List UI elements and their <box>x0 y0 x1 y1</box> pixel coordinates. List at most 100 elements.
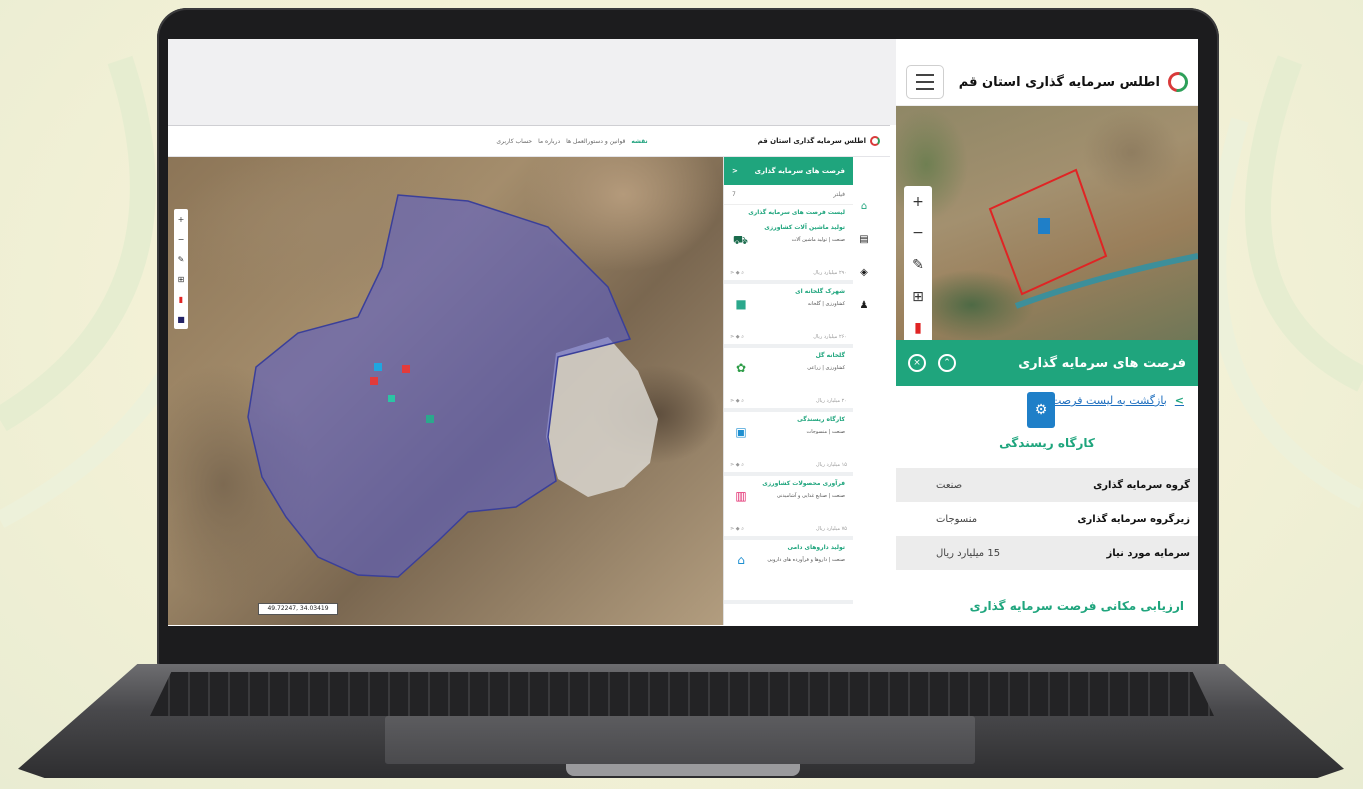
mobile-header: اطلس سرمایه گذاری استان قم <box>896 59 1198 106</box>
nav-item-about[interactable]: درباره ما <box>538 138 560 145</box>
filter-count: 7 <box>732 191 736 198</box>
spinning-workshop-icon: ⚙ <box>1027 392 1055 428</box>
list-item-subtitle: کشاورزی | گلخانه <box>807 301 845 307</box>
draw-pencil-icon[interactable]: ✎ <box>178 255 185 264</box>
desktop-header: اطلس سرمایه گذاری استان قم نقشه قوانین و… <box>168 125 890 157</box>
lake-area <box>546 337 658 497</box>
list-item[interactable]: شهرک گلخانه ای کشاورزی | گلخانه ■ ۲۶۰ می… <box>724 284 853 348</box>
delete-trash-icon[interactable]: ▮ <box>179 295 183 304</box>
opportunity-details-table: گروه سرمایه گذاری صنعت زیرگروه سرمایه گذ… <box>896 468 1198 570</box>
detail-key: زیرگروه سرمایه گذاری <box>1077 513 1190 525</box>
list-item-subtitle: صنعت | داروها و فرآورده های دارویی <box>767 557 845 563</box>
laptop-trackpad <box>385 716 975 764</box>
list-item-actions-icon[interactable]: ⌕ ◆ ⋖ <box>730 270 744 276</box>
spinning-workshop-icon: ▣ <box>735 425 747 439</box>
list-item-actions-icon[interactable]: ⌕ ◆ ⋖ <box>730 334 744 340</box>
list-item-title: شهرک گلخانه ای <box>795 288 845 295</box>
mobile-brand-title: اطلس سرمایه گذاری استان قم <box>958 74 1160 90</box>
desktop-opportunity-panel: فرصت های سرمایه گذاری < فیلتر 7 لیست فرص… <box>723 157 853 625</box>
mobile-title-bar: فرصت های سرمایه گذاری ⌃ × <box>896 340 1198 386</box>
table-row: گروه سرمایه گذاری صنعت <box>896 468 1198 502</box>
laptop-screen: اطلس سرمایه گذاری استان قم نقشه قوانین و… <box>168 39 1198 626</box>
list-item[interactable]: گلخانه گل کشاورزی | زراعی ✿ ۲۰ میلیارد ر… <box>724 348 853 412</box>
collapse-chevron-icon[interactable]: < <box>732 167 738 175</box>
back-to-list-label: بازگشت به لیست فرصت ها <box>1038 394 1167 407</box>
zoom-in-icon[interactable]: + <box>912 194 924 210</box>
list-item[interactable]: تولید داروهای دامی صنعت | داروها و فرآور… <box>724 540 853 604</box>
coordinate-readout: 49.72247, 34.03419 <box>258 603 338 615</box>
list-item-subtitle: کشاورزی | زراعی <box>807 365 845 371</box>
flower-pot-icon: ✿ <box>735 361 747 375</box>
opportunity-name: کارگاه ریسندگی <box>999 436 1095 450</box>
atlas-logo-icon <box>1164 68 1192 96</box>
nav-item-laws[interactable]: قوانین و دستورالعمل ها <box>566 138 625 145</box>
collapse-up-icon[interactable]: ⌃ <box>938 354 956 372</box>
map-marker-red[interactable] <box>370 377 378 385</box>
desktop-map[interactable]: + − ✎ ⊞ ▮ ■ 49.72247, 34.03419 <box>168 157 723 625</box>
list-item-capital: ۲۶۰ میلیارد ریال <box>813 334 847 340</box>
veterinary-drug-icon: ⌂ <box>737 553 745 567</box>
mobile-brand[interactable]: اطلس سرمایه گذاری استان قم <box>958 68 1192 96</box>
mobile-satellite-map[interactable]: + − ✎ ⊞ ▮ <box>896 106 1198 340</box>
document-icon[interactable]: ▤ <box>859 234 868 245</box>
list-item-footer: ۲۶۰ میلیارد ریال ⌕ ◆ ⋖ <box>730 334 847 340</box>
desktop-panel-header: فرصت های سرمایه گذاری < <box>724 157 853 185</box>
map-marker-green[interactable] <box>426 415 434 423</box>
zoom-out-icon[interactable]: − <box>178 235 185 244</box>
zoom-out-icon[interactable]: − <box>912 225 924 241</box>
grid-select-icon[interactable]: ⊞ <box>912 289 924 305</box>
list-item-actions-icon[interactable]: ⌕ ◆ ⋖ <box>730 526 744 532</box>
map-marker-blue[interactable] <box>374 363 382 371</box>
desktop-panel-title: فرصت های سرمایه گذاری <box>754 167 845 175</box>
list-item-footer: ۲۰ میلیارد ریال ⌕ ◆ ⋖ <box>730 398 847 404</box>
mobile-title-controls: ⌃ × <box>908 354 956 372</box>
mobile-title: فرصت های سرمایه گذاری <box>1018 355 1186 371</box>
desktop-map-layer <box>247 194 658 578</box>
nav-item-map[interactable]: نقشه <box>631 138 647 145</box>
list-item[interactable]: کارگاه ریسندگی صنعت | منسوجات ▣ ۱۵ میلیا… <box>724 412 853 476</box>
list-item-title: فرآوری محصولات کشاورزی <box>762 480 845 487</box>
desktop-map-toolbar: + − ✎ ⊞ ▮ ■ <box>174 209 188 329</box>
list-item-capital: ۲۹۰ میلیارد ریال <box>813 270 847 276</box>
list-item-capital: ۷۵ میلیارد ریال <box>815 526 847 532</box>
nav-item-account[interactable]: حساب کاربری <box>496 138 532 145</box>
list-item-footer: ۱۵ میلیارد ریال ⌕ ◆ ⋖ <box>730 462 847 468</box>
layers-icon[interactable]: ■ <box>177 315 185 324</box>
list-item-subtitle: صنعت | تولید ماشین آلات <box>791 237 845 243</box>
grid-select-icon[interactable]: ⊞ <box>178 275 185 284</box>
detail-value: 15 میلیارد ریال <box>936 547 1001 559</box>
detail-key: گروه سرمایه گذاری <box>1093 479 1190 491</box>
tractor-icon: ⛟ <box>732 233 748 247</box>
close-circle-icon[interactable]: × <box>908 354 926 372</box>
food-processing-icon: ▥ <box>735 489 747 503</box>
delete-trash-icon[interactable]: ▮ <box>914 320 922 336</box>
list-item-title: کارگاه ریسندگی <box>797 416 845 423</box>
list-item-title: تولید ماشین آلات کشاورزی <box>764 224 845 231</box>
greenhouse-icon: ■ <box>735 297 747 311</box>
zoom-in-icon[interactable]: + <box>178 215 185 224</box>
filter-label: فیلتر <box>833 191 845 198</box>
list-item-actions-icon[interactable]: ⌕ ◆ ⋖ <box>730 462 744 468</box>
layers-stack-icon[interactable]: ◈ <box>860 267 868 278</box>
site-marker-icon[interactable] <box>1038 218 1050 234</box>
desktop-list-title: لیست فرصت های سرمایه گذاری <box>748 209 845 216</box>
list-item-subtitle: صنعت | منسوجات <box>806 429 846 435</box>
hamburger-menu-icon[interactable] <box>906 65 944 99</box>
chevron-right-icon: > <box>1174 394 1184 407</box>
list-item-actions-icon[interactable]: ⌕ ◆ ⋖ <box>730 398 744 404</box>
detail-value: صنعت <box>936 479 963 491</box>
map-marker-teal[interactable] <box>388 395 395 402</box>
map-marker-red-2[interactable] <box>402 365 410 373</box>
spatial-evaluation-heading: ارزیابی مکانی فرصت سرمایه گذاری <box>969 599 1184 613</box>
desktop-filter-row[interactable]: فیلتر 7 <box>724 185 853 205</box>
list-item-footer: ۲۹۰ میلیارد ریال ⌕ ◆ ⋖ <box>730 270 847 276</box>
desktop-brand[interactable]: اطلس سرمایه گذاری استان قم <box>758 136 880 146</box>
bank-icon[interactable]: ⌂ <box>861 201 867 212</box>
list-item[interactable]: فرآوری محصولات کشاورزی صنعت | صنایع غذای… <box>724 476 853 540</box>
detail-key: سرمایه مورد نیاز <box>1106 547 1190 559</box>
draw-pencil-icon[interactable]: ✎ <box>912 257 924 273</box>
list-item[interactable]: تولید ماشین آلات کشاورزی صنعت | تولید ما… <box>724 220 853 284</box>
user-icon[interactable]: ♟ <box>860 300 869 311</box>
desktop-blank-area <box>168 39 896 125</box>
desktop-brand-title: اطلس سرمایه گذاری استان قم <box>757 137 866 145</box>
